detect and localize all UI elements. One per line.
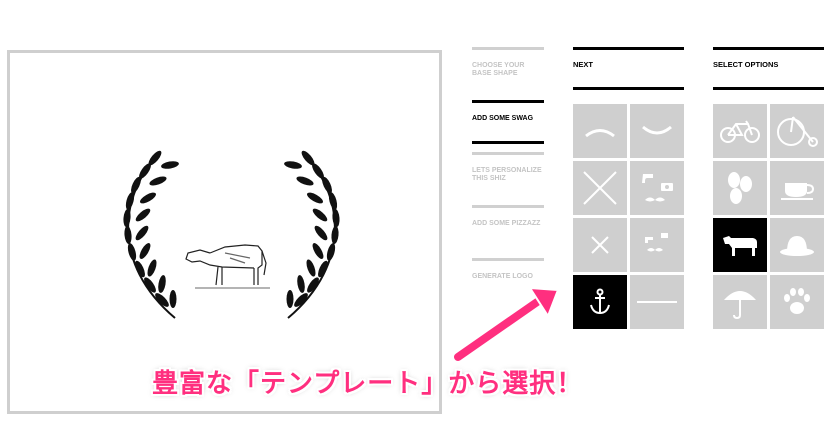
umbrella-icon[interactable] <box>713 275 767 329</box>
step-generate-logo[interactable]: GENERATE LOGO <box>472 258 544 303</box>
steps-nav: CHOOSE YOUR BASE SHAPE ADD SOME SWAG LET… <box>472 47 544 311</box>
logo-canvas <box>7 50 442 414</box>
laurel-right-icon <box>284 150 340 319</box>
arc-smile-icon[interactable] <box>630 104 684 158</box>
pipe-mustache-camera-icon[interactable] <box>630 161 684 215</box>
pipe-mustache-icon[interactable] <box>630 218 684 272</box>
coffee-beans-icon[interactable] <box>713 161 767 215</box>
penny-farthing-icon[interactable] <box>770 104 824 158</box>
caption-text: 豊富な「テンプレート」から選択！ <box>152 368 584 398</box>
line-icon[interactable] <box>630 275 684 329</box>
laurel-left-icon <box>123 150 179 319</box>
big-x-icon[interactable] <box>573 161 627 215</box>
coffee-cup-icon[interactable] <box>770 161 824 215</box>
next-panel-title: NEXT <box>573 47 684 90</box>
logo-preview <box>123 150 340 319</box>
options-panel: SELECT OPTIONS <box>713 47 824 329</box>
step-personalize[interactable]: LETS PERSONALIZE THIS SHIZ <box>472 152 544 197</box>
arc-up-icon[interactable] <box>573 104 627 158</box>
step-add-pizzazz[interactable]: ADD SOME PIZZAZZ <box>472 205 544 250</box>
anchor-icon[interactable] <box>573 275 627 329</box>
bowler-hat-icon[interactable] <box>770 218 824 272</box>
next-panel: NEXT <box>573 47 684 329</box>
step-add-swag[interactable]: ADD SOME SWAG <box>472 100 544 144</box>
bicycle-icon[interactable] <box>713 104 767 158</box>
cow-icon[interactable] <box>713 218 767 272</box>
paw-icon[interactable] <box>770 275 824 329</box>
cow-illustration-icon <box>185 244 270 289</box>
step-choose-shape[interactable]: CHOOSE YOUR BASE SHAPE <box>472 47 544 92</box>
options-panel-title: SELECT OPTIONS <box>713 47 824 90</box>
small-x-icon[interactable] <box>573 218 627 272</box>
